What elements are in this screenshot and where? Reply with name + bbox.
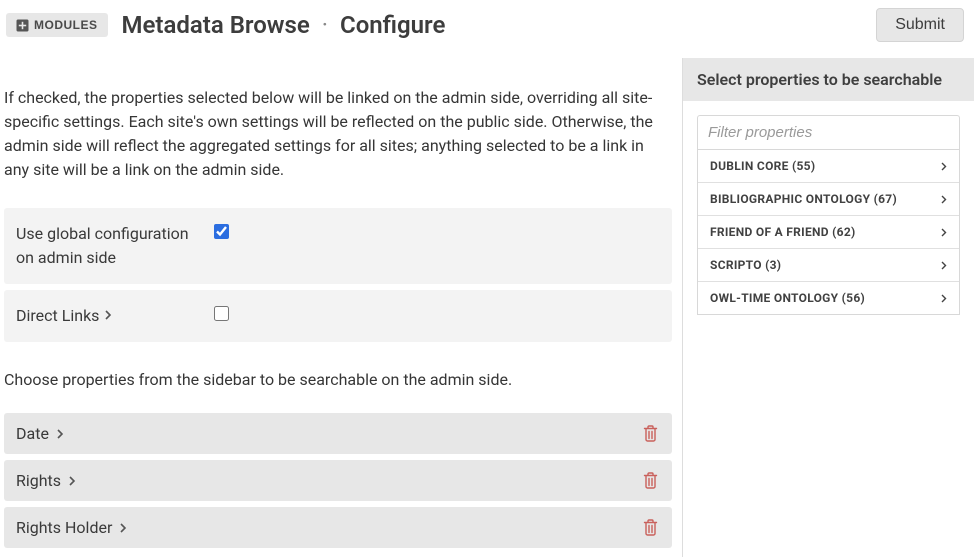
- property-label: Rights: [16, 471, 61, 490]
- property-label: Date: [16, 424, 49, 443]
- chevron-right-icon: [941, 261, 947, 270]
- field-global-config-label: Use global configuration on admin side: [16, 222, 206, 270]
- vocabulary-list: DUBLIN CORE (55) BIBLIOGRAPHIC ONTOLOGY …: [697, 149, 960, 315]
- title-separator: ·: [322, 11, 328, 39]
- vocabulary-item[interactable]: FRIEND OF A FRIEND (62): [698, 215, 959, 248]
- chevron-right-icon: [941, 162, 947, 171]
- field-label-text: Use global configuration on admin side: [16, 222, 206, 270]
- chevron-right-icon: [941, 195, 947, 204]
- selected-property-row: Rights Holder: [4, 507, 672, 548]
- selected-property-row: Date: [4, 413, 672, 454]
- chevron-right-icon: [105, 310, 112, 320]
- chevron-right-icon: [941, 228, 947, 237]
- remove-property-button[interactable]: [641, 423, 660, 444]
- sidebar-title: Select properties to be searchable: [683, 58, 974, 101]
- remove-property-button[interactable]: [641, 470, 660, 491]
- trash-icon: [643, 519, 658, 536]
- trash-icon: [643, 472, 658, 489]
- title-sub: Configure: [340, 11, 445, 39]
- selected-property-row: Rights: [4, 460, 672, 501]
- chevron-right-icon: [69, 476, 76, 486]
- trash-icon: [643, 425, 658, 442]
- modules-button[interactable]: MODULES: [6, 13, 108, 37]
- vocabulary-item[interactable]: OWL-TIME ONTOLOGY (56): [698, 281, 959, 314]
- intro-text: If checked, the properties selected belo…: [4, 86, 664, 182]
- field-direct-links: Direct Links: [4, 290, 672, 342]
- vocabulary-item[interactable]: SCRIPTO (3): [698, 248, 959, 281]
- remove-property-button[interactable]: [641, 517, 660, 538]
- header: MODULES Metadata Browse · Configure Subm…: [0, 0, 974, 54]
- vocabulary-item[interactable]: DUBLIN CORE (55): [698, 149, 959, 182]
- vocabulary-label: DUBLIN CORE (55): [710, 159, 815, 173]
- chevron-right-icon: [120, 523, 127, 533]
- sub-intro-text: Choose properties from the sidebar to be…: [4, 370, 672, 389]
- sidebar: Select properties to be searchable DUBLI…: [682, 58, 974, 557]
- modules-button-label: MODULES: [34, 18, 98, 32]
- vocabulary-label: OWL-TIME ONTOLOGY (56): [710, 291, 865, 305]
- title-main: Metadata Browse: [122, 11, 310, 39]
- direct-links-checkbox[interactable]: [214, 306, 229, 321]
- field-direct-links-label: Direct Links: [16, 304, 206, 328]
- plus-square-icon: [16, 19, 29, 32]
- filter-properties-input[interactable]: [697, 115, 960, 149]
- vocabulary-label: SCRIPTO (3): [710, 258, 781, 272]
- property-label: Rights Holder: [16, 518, 112, 537]
- page-title: Metadata Browse · Configure: [122, 11, 863, 39]
- main-content: If checked, the properties selected belo…: [0, 54, 682, 557]
- submit-button[interactable]: Submit: [876, 8, 964, 42]
- vocabulary-label: BIBLIOGRAPHIC ONTOLOGY (67): [710, 192, 897, 206]
- vocabulary-label: FRIEND OF A FRIEND (62): [710, 225, 856, 239]
- chevron-right-icon: [941, 294, 947, 303]
- vocabulary-item[interactable]: BIBLIOGRAPHIC ONTOLOGY (67): [698, 182, 959, 215]
- field-global-config: Use global configuration on admin side: [4, 208, 672, 284]
- global-config-checkbox[interactable]: [214, 224, 229, 239]
- chevron-right-icon: [57, 429, 64, 439]
- field-label-text: Direct Links: [16, 304, 99, 328]
